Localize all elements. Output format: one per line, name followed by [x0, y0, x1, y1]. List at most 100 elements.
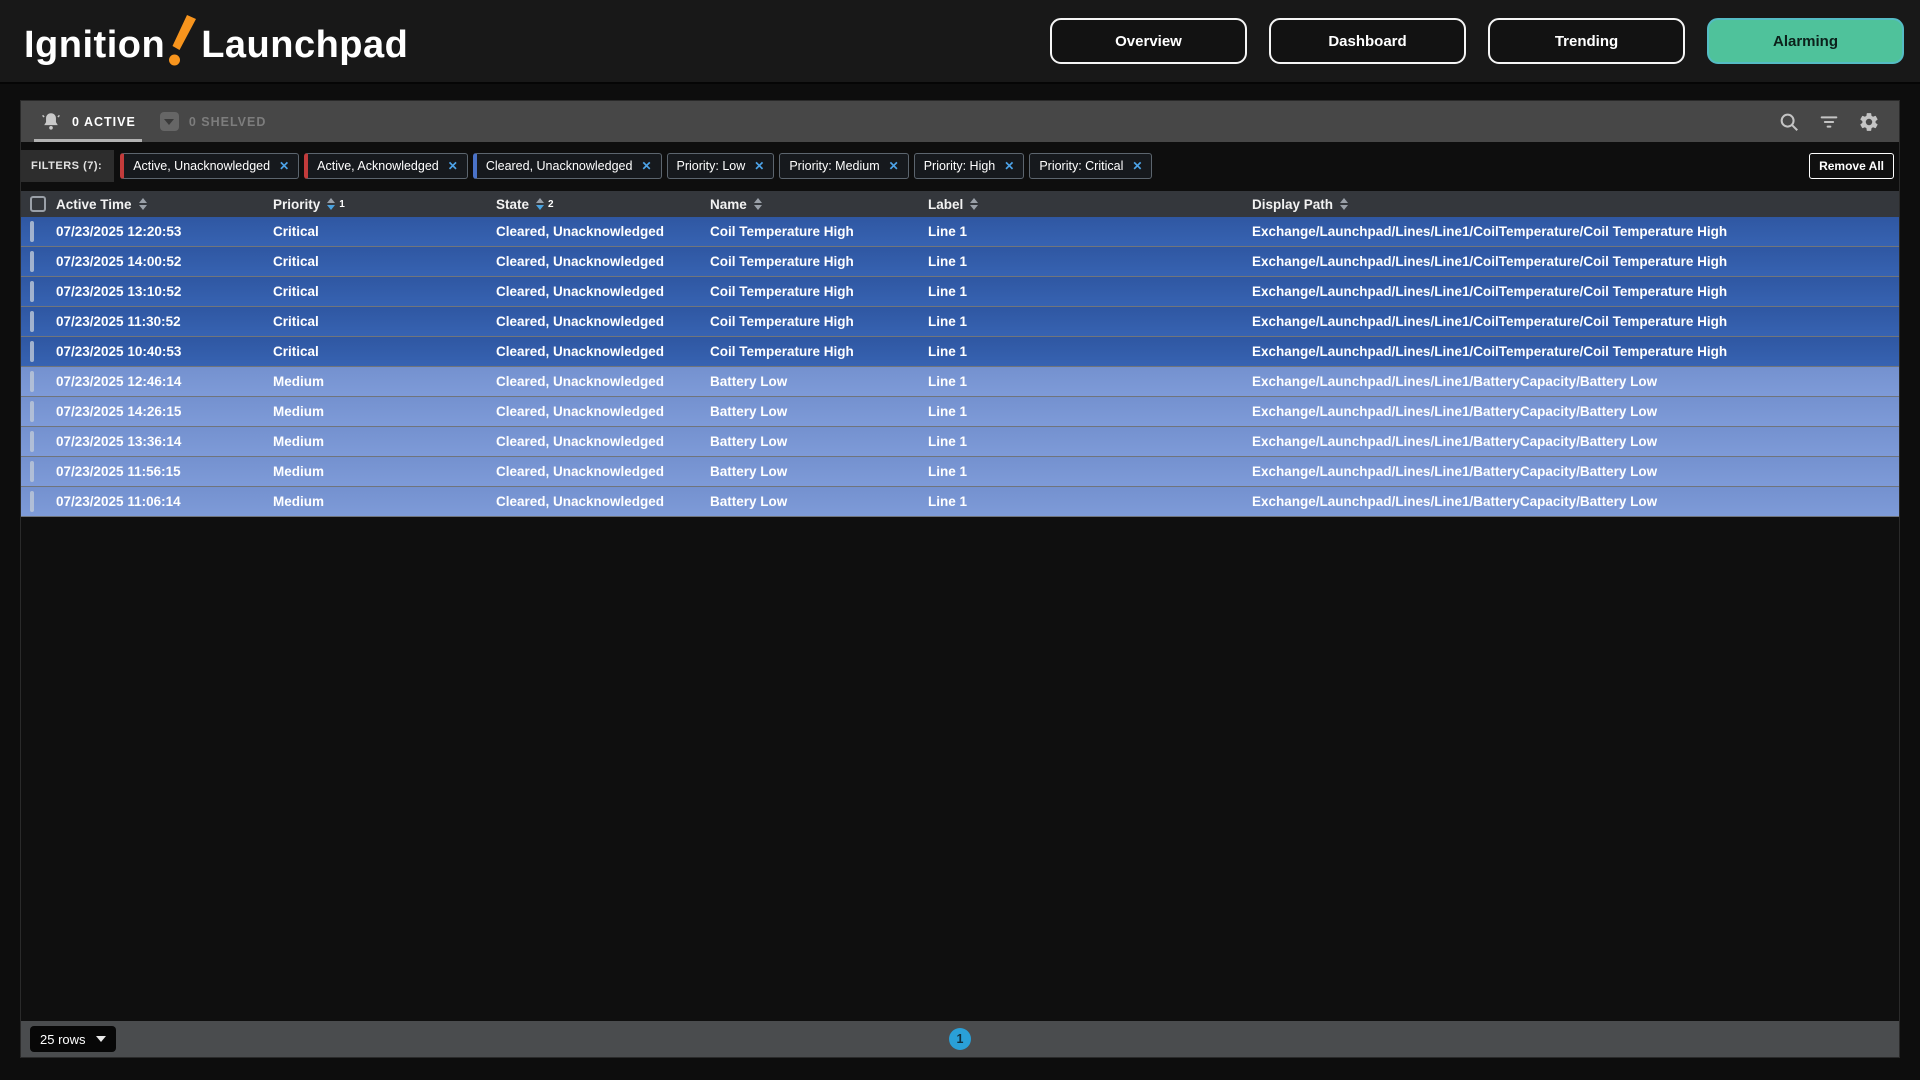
- column-header-name[interactable]: Name: [710, 197, 928, 212]
- cell-name: Battery Low: [710, 404, 928, 419]
- chip-close-icon[interactable]: ✕: [448, 159, 458, 173]
- row-checkbox[interactable]: [30, 281, 34, 302]
- column-header-priority[interactable]: Priority 1: [273, 197, 496, 212]
- nav-button-overview[interactable]: Overview: [1050, 18, 1247, 64]
- cell-priority: Critical: [273, 284, 496, 299]
- row-checkbox-cell: [21, 253, 56, 271]
- sort-order-number: 1: [339, 197, 345, 210]
- cell-priority: Medium: [273, 404, 496, 419]
- alarm-toolbar: 0 ACTIVE 0 SHELVED: [21, 101, 1899, 142]
- toolbar-icon-group: [1777, 110, 1881, 134]
- table-row[interactable]: 07/23/2025 11:06:14MediumCleared, Unackn…: [21, 487, 1899, 517]
- chip-close-icon[interactable]: ✕: [1132, 159, 1142, 173]
- row-checkbox[interactable]: [30, 371, 34, 392]
- filter-chip-label: Active, Acknowledged: [317, 159, 439, 173]
- row-checkbox[interactable]: [30, 311, 34, 332]
- chip-close-icon[interactable]: ✕: [1004, 159, 1014, 173]
- logo-text-launchpad: Launchpad: [201, 24, 408, 67]
- sort-arrows-icon: [1340, 198, 1348, 210]
- bell-icon: [40, 111, 62, 133]
- column-label: Active Time: [56, 197, 132, 212]
- main-nav: Overview Dashboard Trending Alarming: [1050, 18, 1904, 64]
- cell-priority: Critical: [273, 254, 496, 269]
- filter-chip: Priority: Critical ✕: [1029, 153, 1152, 179]
- chip-close-icon[interactable]: ✕: [279, 159, 289, 173]
- row-checkbox-cell: [21, 283, 56, 301]
- filter-icon[interactable]: [1817, 110, 1841, 134]
- cell-state: Cleared, Unacknowledged: [496, 404, 710, 419]
- filter-chip-label: Active, Unacknowledged: [133, 159, 270, 173]
- row-checkbox[interactable]: [30, 251, 34, 272]
- column-label: State: [496, 197, 529, 212]
- remove-all-filters-button[interactable]: Remove All: [1809, 153, 1894, 179]
- cell-priority: Critical: [273, 224, 496, 239]
- table-body: 07/23/2025 12:20:53CriticalCleared, Unac…: [21, 217, 1899, 1021]
- row-checkbox-cell: [21, 223, 56, 241]
- cell-state: Cleared, Unacknowledged: [496, 494, 710, 509]
- nav-button-trending[interactable]: Trending: [1488, 18, 1685, 64]
- cell-name: Battery Low: [710, 494, 928, 509]
- filter-chip: Cleared, Unacknowledged ✕: [473, 153, 662, 179]
- cell-state: Cleared, Unacknowledged: [496, 344, 710, 359]
- nav-button-alarming[interactable]: Alarming: [1707, 18, 1904, 64]
- table-row[interactable]: 07/23/2025 11:56:15MediumCleared, Unackn…: [21, 457, 1899, 487]
- table-row[interactable]: 07/23/2025 14:26:15MediumCleared, Unackn…: [21, 397, 1899, 427]
- filter-chip-label: Cleared, Unacknowledged: [486, 159, 633, 173]
- tab-active-alarms[interactable]: 0 ACTIVE: [28, 101, 148, 142]
- row-checkbox[interactable]: [30, 341, 34, 362]
- cell-priority: Medium: [273, 434, 496, 449]
- cell-name: Coil Temperature High: [710, 254, 928, 269]
- cell-priority: Medium: [273, 464, 496, 479]
- shelved-tab-label: 0 SHELVED: [189, 115, 267, 129]
- filter-chip: Active, Acknowledged ✕: [304, 153, 468, 179]
- cell-state: Cleared, Unacknowledged: [496, 464, 710, 479]
- row-checkbox[interactable]: [30, 431, 34, 452]
- chip-close-icon[interactable]: ✕: [754, 159, 764, 173]
- row-checkbox[interactable]: [30, 221, 34, 242]
- cell-state: Cleared, Unacknowledged: [496, 434, 710, 449]
- row-checkbox[interactable]: [30, 401, 34, 422]
- row-checkbox-cell: [21, 403, 56, 421]
- rows-per-page-value: 25 rows: [40, 1032, 86, 1047]
- column-header-display-path[interactable]: Display Path: [1252, 197, 1899, 212]
- row-checkbox[interactable]: [30, 491, 34, 512]
- table-row[interactable]: 07/23/2025 13:10:52CriticalCleared, Unac…: [21, 277, 1899, 307]
- tab-shelved-alarms[interactable]: 0 SHELVED: [148, 101, 279, 142]
- cell-time: 07/23/2025 13:36:14: [56, 434, 273, 449]
- filter-chip: Active, Unacknowledged ✕: [120, 153, 299, 179]
- column-header-state[interactable]: State 2: [496, 197, 710, 212]
- filter-chip-label: Priority: Critical: [1039, 159, 1123, 173]
- cell-label: Line 1: [928, 344, 1252, 359]
- filters-count-label: FILTERS (7):: [21, 150, 114, 182]
- nav-button-dashboard[interactable]: Dashboard: [1269, 18, 1466, 64]
- select-all-checkbox[interactable]: [30, 196, 46, 212]
- table-row[interactable]: 07/23/2025 13:36:14MediumCleared, Unackn…: [21, 427, 1899, 457]
- table-footer: 25 rows 1: [21, 1021, 1899, 1057]
- table-row[interactable]: 07/23/2025 12:20:53CriticalCleared, Unac…: [21, 217, 1899, 247]
- column-header-active-time[interactable]: Active Time: [56, 197, 273, 212]
- chip-close-icon[interactable]: ✕: [641, 159, 651, 173]
- filter-chip-list: Active, Unacknowledged✕Active, Acknowled…: [120, 153, 1809, 179]
- table-row[interactable]: 07/23/2025 12:46:14MediumCleared, Unackn…: [21, 367, 1899, 397]
- chip-close-icon[interactable]: ✕: [889, 159, 899, 173]
- cell-label: Line 1: [928, 404, 1252, 419]
- column-header-label[interactable]: Label: [928, 197, 1252, 212]
- table-row[interactable]: 07/23/2025 10:40:53CriticalCleared, Unac…: [21, 337, 1899, 367]
- table-row[interactable]: 07/23/2025 11:30:52CriticalCleared, Unac…: [21, 307, 1899, 337]
- cell-time: 07/23/2025 14:26:15: [56, 404, 273, 419]
- table-header-row: Active Time Priority 1 State 2 NameLabelDispl…: [21, 191, 1899, 217]
- select-all-cell: [21, 196, 56, 212]
- app-logo: Ignition Launchpad: [24, 15, 408, 67]
- row-checkbox[interactable]: [30, 461, 34, 482]
- cell-path: Exchange/Launchpad/Lines/Line1/BatteryCa…: [1252, 464, 1899, 479]
- pagination-page-1[interactable]: 1: [949, 1028, 971, 1050]
- sort-order-number: 2: [548, 197, 554, 210]
- search-icon[interactable]: [1777, 110, 1801, 134]
- rows-per-page-select[interactable]: 25 rows: [30, 1026, 116, 1052]
- column-label: Priority: [273, 197, 320, 212]
- cell-state: Cleared, Unacknowledged: [496, 374, 710, 389]
- table-row[interactable]: 07/23/2025 14:00:52CriticalCleared, Unac…: [21, 247, 1899, 277]
- cell-name: Battery Low: [710, 464, 928, 479]
- cell-label: Line 1: [928, 374, 1252, 389]
- settings-gear-icon[interactable]: [1857, 110, 1881, 134]
